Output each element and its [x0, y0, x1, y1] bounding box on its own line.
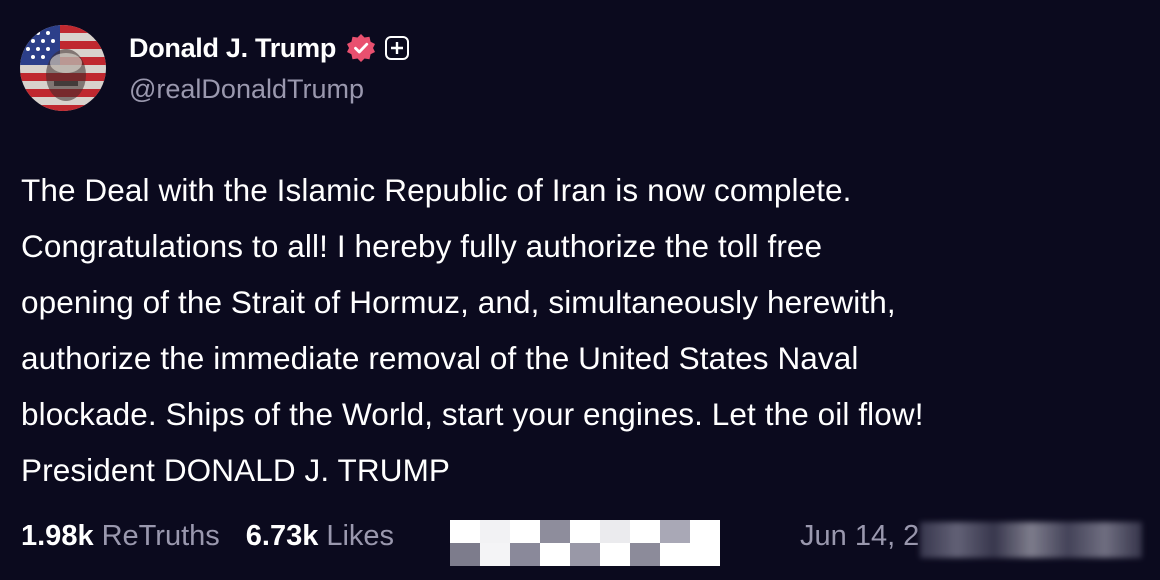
engagement-stats: 1.98k ReTruths 6.73k Likes [21, 516, 394, 556]
verified-badge-icon [346, 33, 376, 63]
post-card: Donald J. Trump @realDonaldTrump The Dea… [0, 0, 1160, 580]
post-line: authorize the immediate removal of the U… [21, 340, 859, 376]
author-display-name[interactable]: Donald J. Trump [129, 33, 336, 64]
author-name-row: Donald J. Trump [129, 28, 410, 68]
retruths-count: 1.98k [21, 519, 94, 552]
retruths-label: ReTruths [101, 519, 220, 552]
post-body: The Deal with the Islamic Republic of Ir… [21, 162, 1141, 498]
post-line: President DONALD J. TRUMP [21, 452, 451, 488]
retruths-stat[interactable]: 1.98k ReTruths [21, 520, 220, 553]
post-line: The Deal with the Islamic Republic of Ir… [21, 172, 852, 208]
likes-stat[interactable]: 6.73k Likes [246, 520, 394, 553]
pixelated-redaction [450, 520, 720, 566]
post-line: blockade. Ships of the World, start your… [21, 396, 924, 432]
author-handle[interactable]: @realDonaldTrump [129, 74, 364, 105]
post-timestamp[interactable]: Jun 14, 2 [800, 516, 919, 556]
likes-label: Likes [326, 519, 395, 552]
timestamp-redaction [920, 522, 1142, 558]
avatar[interactable] [20, 25, 106, 111]
plus-badge-icon [385, 36, 410, 60]
likes-count: 6.73k [245, 519, 319, 552]
flag-portrait-icon [20, 25, 106, 111]
post-line: opening of the Strait of Hormuz, and, si… [21, 284, 896, 320]
post-line: Congratulations to all! I hereby fully a… [21, 228, 823, 264]
